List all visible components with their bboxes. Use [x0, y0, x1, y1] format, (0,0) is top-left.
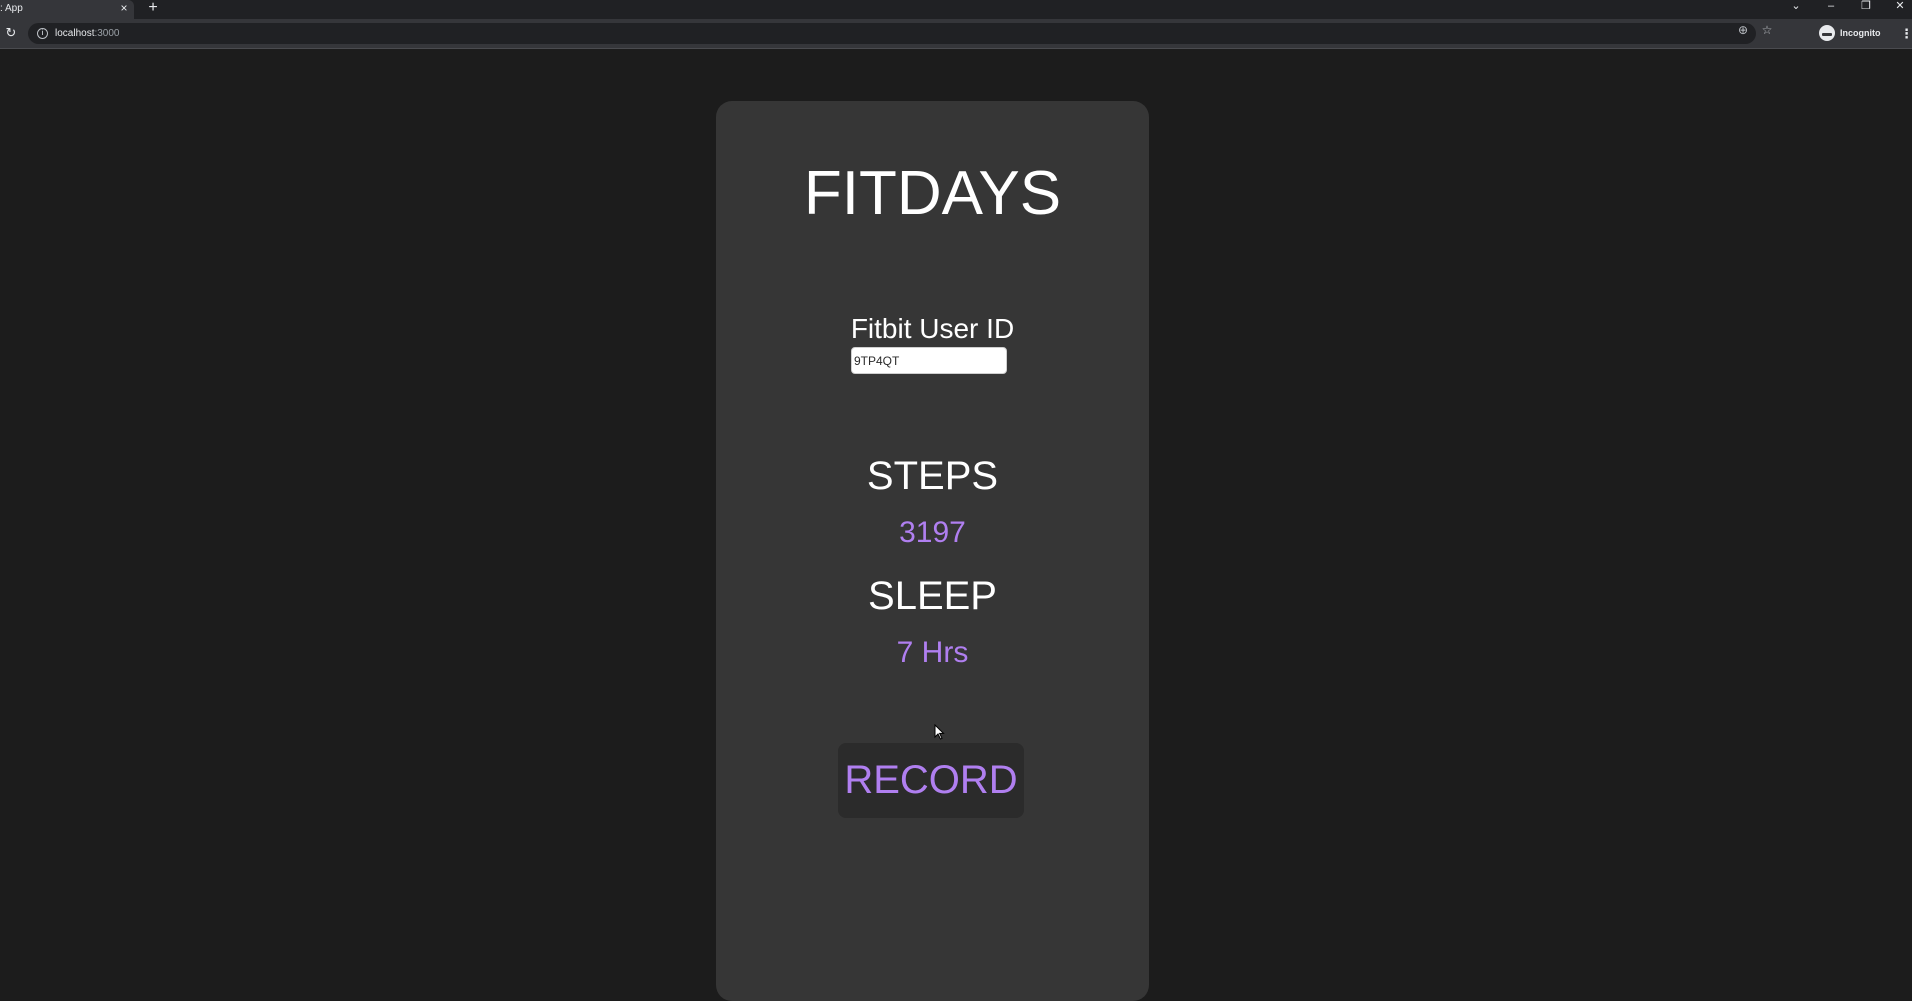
- browser-tab-strip: : App × + ⌄ – ❐ ✕: [0, 0, 1912, 19]
- tab-search-icon[interactable]: ⌄: [1784, 0, 1808, 14]
- url-host: localhost: [55, 28, 95, 39]
- reload-icon[interactable]: ↻: [3, 25, 19, 41]
- incognito-label: Incognito: [1840, 28, 1881, 38]
- sleep-heading: SLEEP: [868, 574, 997, 618]
- user-id-input[interactable]: [851, 347, 1007, 374]
- site-info-icon[interactable]: i: [37, 28, 48, 39]
- incognito-profile-button[interactable]: Incognito: [1814, 23, 1892, 44]
- app-card: FITDAYS Fitbit User ID STEPS 3197 SLEEP …: [716, 101, 1149, 1001]
- tab-title: : App: [0, 3, 23, 14]
- url-text: localhost:3000: [55, 23, 120, 44]
- page-viewport: FITDAYS Fitbit User ID STEPS 3197 SLEEP …: [0, 49, 1912, 1001]
- bookmark-star-icon[interactable]: ☆: [1760, 23, 1774, 37]
- browser-menu-icon[interactable]: ⋮: [1900, 23, 1912, 44]
- address-bar[interactable]: i localhost:3000: [28, 23, 1756, 44]
- tab-close-icon[interactable]: ×: [117, 1, 131, 15]
- minimize-icon[interactable]: –: [1819, 0, 1843, 14]
- sleep-value: 7 Hrs: [896, 636, 969, 669]
- browser-tab[interactable]: : App ×: [0, 0, 134, 19]
- restore-icon[interactable]: ❐: [1854, 0, 1878, 14]
- close-window-icon[interactable]: ✕: [1888, 0, 1912, 14]
- url-port: :3000: [94, 28, 120, 39]
- steps-heading: STEPS: [866, 454, 999, 498]
- mouse-cursor-icon: [934, 724, 945, 740]
- browser-toolbar: ↻ i localhost:3000 ⊕ ☆ Incognito ⋮: [0, 19, 1912, 49]
- new-tab-icon[interactable]: +: [144, 0, 162, 17]
- steps-value: 3197: [899, 516, 966, 549]
- user-id-label: Fitbit User ID: [850, 313, 1015, 344]
- record-button[interactable]: RECORD: [838, 743, 1024, 818]
- zoom-icon[interactable]: ⊕: [1736, 23, 1750, 37]
- incognito-icon: [1819, 25, 1835, 41]
- app-title: FITDAYS: [803, 159, 1062, 228]
